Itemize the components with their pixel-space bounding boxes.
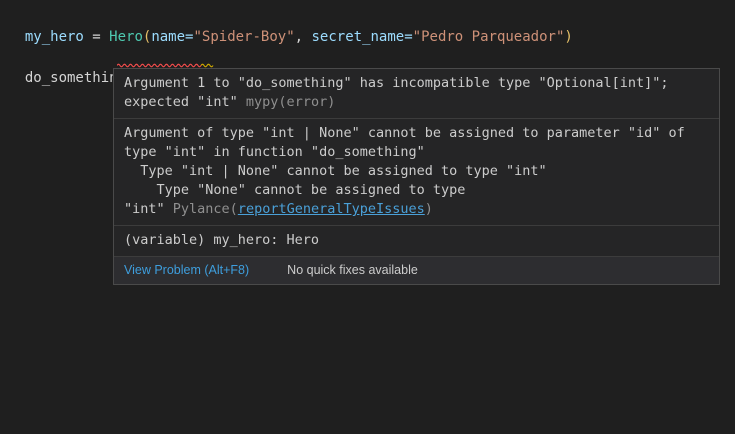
hover-status-bar: View Problem (Alt+F8) No quick fixes ava… (114, 256, 719, 284)
hover-tooltip: Argument 1 to "do_something" has incompa… (113, 68, 720, 285)
warning-squiggle-yellow (201, 64, 213, 67)
token-class-name: Hero (109, 29, 143, 45)
pylance-message-line-4: Type "None" cannot be assigned to type (124, 181, 709, 200)
mypy-message-line-1: Argument 1 to "do_something" has incompa… (124, 74, 709, 93)
pylance-source-close-paren: ) (425, 201, 433, 217)
token-close-paren: ) (564, 29, 572, 45)
mypy-source-label: mypy(error) (246, 94, 335, 110)
mypy-message-text: expected "int" (124, 94, 246, 110)
token-string: "Spider-Boy" (193, 29, 294, 45)
code-line-1[interactable]: my_hero = Hero(name="Spider-Boy", secret… (8, 7, 573, 47)
token-kwarg-name: secret_name= (312, 29, 413, 45)
pylance-message-line-2: type "int" in function "do_something" (124, 143, 709, 162)
variable-type-text: (variable) my_hero: Hero (124, 231, 709, 250)
pylance-message-text: "int" (124, 201, 173, 217)
mypy-message-line-2: expected "int" mypy(error) (124, 93, 709, 112)
pylance-message-line-5: "int" Pylance(reportGeneralTypeIssues) (124, 200, 709, 219)
view-problem-link[interactable]: View Problem (Alt+F8) (124, 262, 249, 278)
token-string: "Pedro Parqueador" (413, 29, 565, 45)
error-squiggle-red (117, 64, 201, 67)
token-function-name: do_something (25, 70, 126, 86)
pylance-source-label: Pylance( (173, 201, 238, 217)
quick-fix-status: No quick fixes available (287, 262, 418, 278)
pylance-message-line-1: Argument of type "int | None" cannot be … (124, 124, 709, 143)
token-comma: , (295, 29, 312, 45)
pylance-message-line-3: Type "int | None" cannot be assigned to … (124, 162, 709, 181)
hover-variable-info: (variable) my_hero: Hero (114, 225, 719, 256)
token-operator: = (84, 29, 109, 45)
pylance-rule-link[interactable]: reportGeneralTypeIssues (238, 201, 425, 217)
hover-diagnostic-pylance: Argument of type "int | None" cannot be … (114, 118, 719, 225)
token-variable: my_hero (25, 29, 84, 45)
token-kwarg-name: name= (151, 29, 193, 45)
hover-diagnostic-mypy: Argument 1 to "do_something" has incompa… (114, 69, 719, 118)
